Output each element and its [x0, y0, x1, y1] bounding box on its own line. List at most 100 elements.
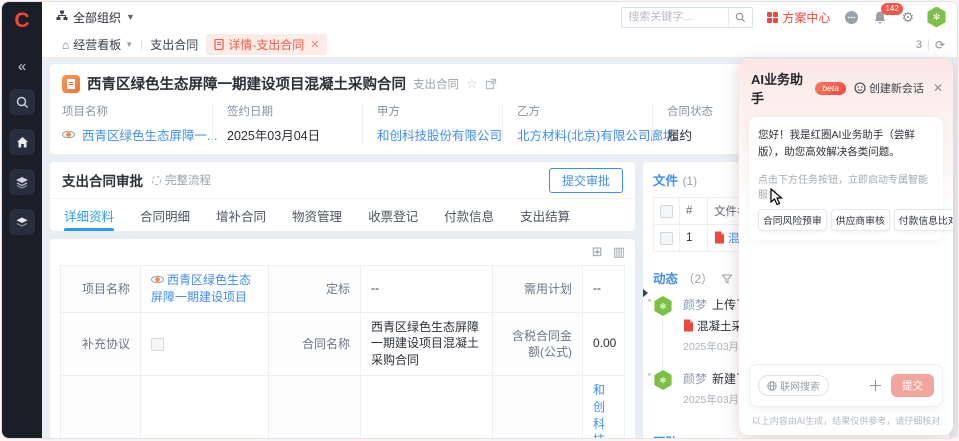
chat-icon	[844, 10, 859, 25]
search-icon	[16, 96, 29, 109]
refresh-icon[interactable]: ⟳	[935, 38, 945, 52]
search-input[interactable]	[622, 11, 728, 23]
close-icon[interactable]: ✕	[933, 81, 943, 95]
submit-approval-button[interactable]: 提交审批	[549, 168, 623, 193]
apps-grid-icon	[767, 12, 778, 23]
field-label: 补充协议	[61, 312, 141, 375]
header-field-sign-date: 签约日期 2025年03月04日	[212, 103, 362, 144]
project-link[interactable]: 西青区绿色生态屏障一...	[82, 125, 217, 144]
search-submit-button[interactable]	[728, 8, 752, 27]
app-window: C « 全部组织 ▼	[1, 1, 958, 439]
column-settings-icon[interactable]: ▥	[613, 244, 625, 260]
tab-count: 3 ⟳	[916, 38, 945, 52]
user-avatar[interactable]: ✻	[926, 7, 947, 28]
ai-task-button[interactable]: 合同风险预审	[758, 209, 827, 231]
web-search-label: 联网搜索	[780, 378, 820, 393]
select-all-checkbox[interactable]	[660, 205, 673, 218]
global-search	[621, 7, 753, 28]
favorite-star-icon[interactable]: ☆	[466, 76, 478, 92]
header-field-project: 项目名称 西青区绿色生态屏障一...	[62, 103, 212, 144]
sidebar-search-button[interactable]	[9, 89, 35, 115]
field-value: --	[361, 375, 493, 439]
detail-form-card: ⊞ ▥ 项目名称西青区绿色生态屏障一期建设项目定标--需用计划--补充协议合同名…	[50, 239, 635, 439]
user-avatar: ✻	[653, 296, 673, 316]
ai-task-button[interactable]: 付款信息比对	[894, 209, 953, 231]
tab-contract-detail-active[interactable]: 详情-支出合同 ✕	[206, 34, 327, 55]
search-icon	[735, 12, 746, 23]
detail-tab[interactable]: 物资管理	[292, 199, 342, 231]
party-a-link[interactable]: 和创科技股份有限公司	[377, 125, 502, 144]
messages-button[interactable]	[844, 10, 859, 25]
ai-disclaimer: 以上内容由AI生成，结果仅供参考，请仔细核对	[743, 414, 949, 427]
ai-task-button[interactable]: 供应商审核	[831, 209, 890, 231]
full-flow-label: 完整流程	[165, 172, 211, 188]
beta-badge: beta	[815, 82, 846, 95]
detail-tab[interactable]: 收票登记	[368, 199, 418, 231]
team-section-title: 团队 (4)	[653, 432, 696, 439]
form-row: 补充协议合同名称西青区绿色生态屏障一期建设项目混凝土采购合同含税合同金额(公式)…	[61, 312, 625, 375]
ai-submit-button[interactable]: 提交	[891, 374, 934, 397]
panel-collapse-arrow[interactable]	[643, 288, 648, 298]
sidebar-home-button[interactable]	[9, 129, 35, 155]
field-value[interactable]: 和创科技股份有限公司	[583, 375, 625, 439]
tab-dashboard[interactable]: ⌂ 经营看板 ▼	[54, 34, 141, 55]
files-section-title: 文件	[653, 174, 678, 188]
ai-input-area[interactable]: 联网搜索 ＋ 提交	[749, 364, 943, 407]
filter-funnel-icon[interactable]	[722, 274, 732, 284]
approval-card: 支出合同审批 完整流程 提交审批 详细资料合同明细增补合同物资管理收票登记付款信…	[50, 162, 635, 231]
file-index: 1	[680, 225, 708, 252]
field-value: HNT00000023	[141, 375, 269, 439]
settings-button[interactable]: ⚙	[901, 9, 914, 26]
project-icon	[151, 273, 164, 286]
open-tab-count: 3	[916, 39, 922, 51]
ai-assistant-panel: AI业务助手 beta 创建新会话 ✕ 您好！我是红圈AI业务助手（尝鲜版），助…	[739, 59, 953, 435]
contract-doc-icon	[62, 75, 80, 93]
home-icon: ⌂	[62, 38, 69, 52]
brand-logo[interactable]: C	[14, 8, 29, 34]
files-count: (1)	[682, 174, 697, 188]
field-value[interactable]: 西青区绿色生态屏障一期建设项目	[141, 266, 269, 313]
detail-tab[interactable]: 详细资料	[64, 199, 114, 231]
timeline-dot	[648, 299, 651, 302]
web-search-toggle[interactable]: 联网搜索	[758, 375, 829, 396]
field-value: 0.00	[583, 312, 625, 375]
approval-title: 支出合同审批	[62, 170, 143, 190]
detail-tab[interactable]: 合同明细	[140, 199, 190, 231]
detail-tab[interactable]: 支出结算	[520, 199, 570, 231]
full-flow-link[interactable]: 完整流程	[151, 172, 211, 188]
sidebar-apps-button[interactable]	[9, 169, 35, 195]
flow-circle-icon	[151, 175, 162, 186]
tab-expense-contract[interactable]: 支出合同	[142, 34, 206, 55]
field-label: 项目名称	[62, 103, 198, 119]
file-checkbox[interactable]	[660, 232, 673, 245]
pdf-icon	[683, 319, 694, 332]
new-session-label: 创建新会话	[869, 80, 924, 96]
org-switcher[interactable]: 全部组织 ▼	[56, 9, 135, 26]
detail-form-body: 项目名称西青区绿色生态屏障一期建设项目定标--需用计划--补充协议合同名称西青区…	[61, 266, 625, 440]
open-external-icon[interactable]	[485, 78, 497, 90]
solution-center-link[interactable]: 方案中心	[767, 9, 830, 26]
detail-tabs: 详细资料合同明细增补合同物资管理收票登记付款信息支出结算	[50, 198, 635, 231]
new-session-button[interactable]: 创建新会话	[854, 80, 924, 96]
detail-tab[interactable]: 付款信息	[444, 199, 494, 231]
collapse-sidebar-icon[interactable]: «	[18, 58, 26, 75]
attach-plus-icon[interactable]: ＋	[868, 375, 883, 396]
layers-icon	[15, 216, 29, 229]
detail-tab[interactable]: 增补合同	[216, 199, 266, 231]
notifications-button[interactable]: 142	[873, 10, 887, 25]
activity-user: 颜梦	[683, 298, 707, 312]
field-value: 2025年03月04日	[227, 125, 348, 144]
close-icon[interactable]: ✕	[310, 38, 319, 51]
header-field-party-b: 乙方 北方材料(北京)有限公司廊坊...	[502, 103, 652, 144]
tab-label: 详情-支出合同	[228, 36, 304, 53]
globe-icon	[767, 381, 777, 391]
field-value: 西青区绿色生态屏障一期建设项目混凝土采购合同	[361, 312, 493, 375]
left-sidebar: C «	[2, 2, 42, 438]
sidebar-modules-button[interactable]	[9, 209, 35, 235]
checkbox[interactable]	[151, 338, 164, 351]
form-row: 项目名称西青区绿色生态屏障一期建设项目定标--需用计划--	[61, 266, 625, 313]
field-value: --	[583, 266, 625, 313]
document-icon	[214, 39, 224, 50]
table-view-icon[interactable]: ⊞	[592, 244, 603, 260]
chevron-down-icon: ▼	[125, 40, 133, 49]
